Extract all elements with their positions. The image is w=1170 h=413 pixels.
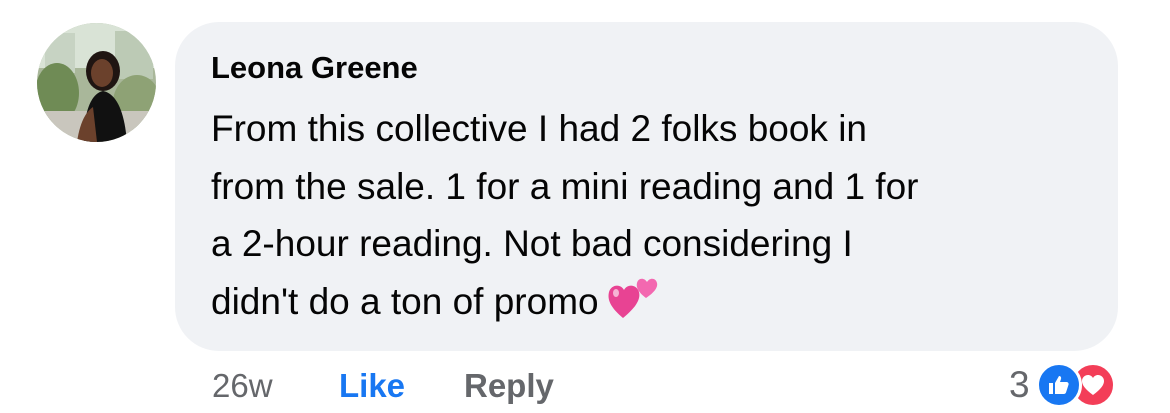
comment-line: from the sale. 1 for a mini reading and … [211,165,919,207]
comment-line: a 2-hour reading. Not bad considering I [211,223,853,264]
reaction-count: 3 [1009,364,1030,405]
reply-button[interactable]: Reply [464,367,554,405]
avatar[interactable] [37,23,156,142]
like-reaction-icon [1035,362,1082,408]
comment-line-last: didn't do a ton of promo [211,273,1101,337]
comment-author[interactable]: Leona Greene [211,50,418,86]
two-hearts-icon [607,274,659,337]
comment-text: From this collective I had 2 folks book … [211,100,1101,336]
profile-photo [37,23,156,142]
comment-line: From this collective I had 2 folks book … [211,108,868,149]
like-button[interactable]: Like [339,367,405,405]
reactions-summary[interactable]: 3 [1009,360,1159,410]
comment-line-text: didn't do a ton of promo [211,280,599,322]
comment-timestamp[interactable]: 26w [212,367,273,405]
